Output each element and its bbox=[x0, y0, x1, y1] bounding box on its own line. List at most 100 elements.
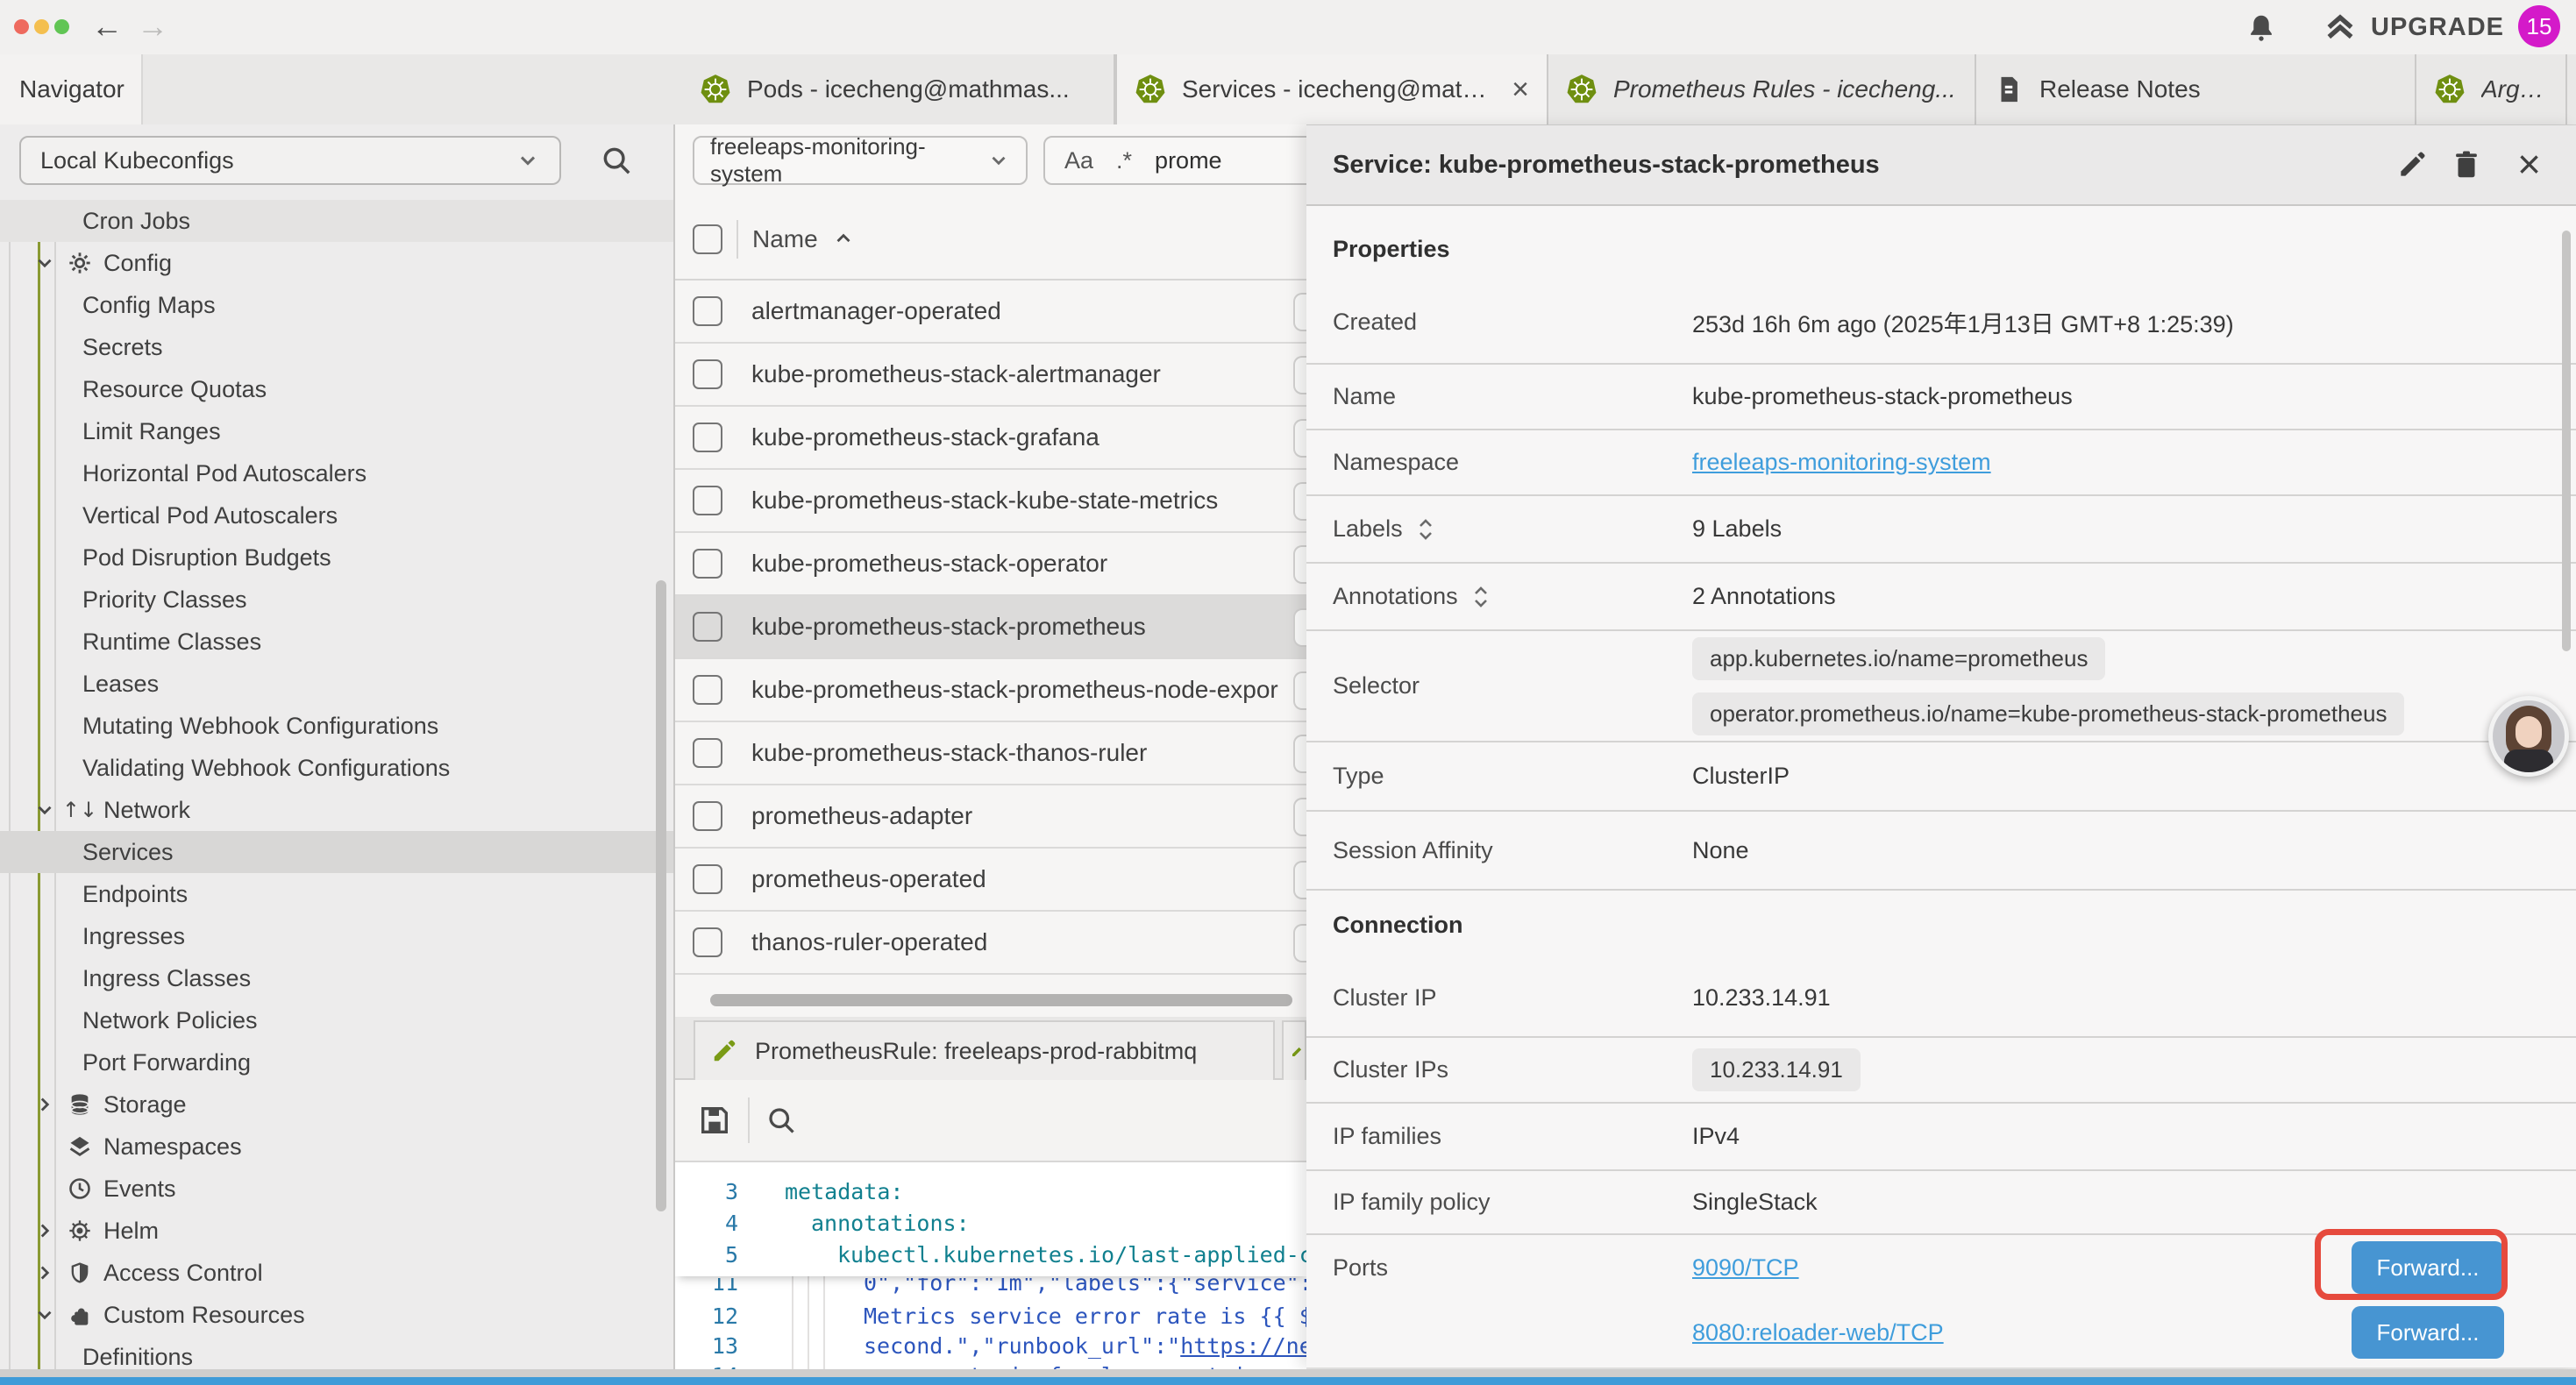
chevron-right-icon[interactable] bbox=[32, 1261, 58, 1284]
sidebar-item-port-forwarding[interactable]: Port Forwarding bbox=[0, 1041, 673, 1083]
table-row-kube-prometheus-stack-grafana[interactable]: kube-prometheus-stack-grafana bbox=[675, 407, 1306, 470]
sidebar-item-events[interactable]: Events bbox=[0, 1168, 673, 1210]
notification-count-badge[interactable]: 15 bbox=[2518, 5, 2560, 47]
forward-button-8080[interactable]: Forward... bbox=[2352, 1306, 2504, 1359]
select-all-checkbox[interactable] bbox=[693, 224, 722, 254]
search-icon[interactable] bbox=[600, 144, 633, 177]
sidebar-item-helm[interactable]: Helm bbox=[0, 1210, 673, 1252]
window-minimize-button[interactable] bbox=[34, 19, 49, 34]
save-icon[interactable] bbox=[697, 1103, 732, 1138]
chevron-right-icon[interactable] bbox=[32, 1093, 58, 1116]
row-checkbox[interactable] bbox=[693, 612, 722, 642]
delete-trash-icon[interactable] bbox=[2450, 148, 2483, 181]
editor-search-icon[interactable] bbox=[765, 1104, 797, 1136]
namespace-link[interactable]: freeleaps-monitoring-system bbox=[1692, 449, 1991, 476]
row-checkbox[interactable] bbox=[693, 927, 722, 957]
tab-services-icecheng-math[interactable]: Services - icecheng@math...× bbox=[1115, 54, 1548, 124]
tab-argo-se[interactable]: Argo Se bbox=[2416, 54, 2567, 124]
back-arrow-icon[interactable]: ← bbox=[91, 7, 123, 46]
window-maximize-button[interactable] bbox=[54, 19, 69, 34]
close-tab-icon[interactable]: × bbox=[1503, 73, 1529, 107]
match-case-toggle[interactable]: Aa bbox=[1064, 147, 1093, 174]
table-row-prometheus-operated[interactable]: prometheus-operated bbox=[675, 849, 1306, 912]
row-checkbox[interactable] bbox=[693, 864, 722, 894]
sidebar-item-runtime-classes[interactable]: Runtime Classes bbox=[0, 621, 673, 663]
sidebar-item-namespaces[interactable]: Namespaces bbox=[0, 1126, 673, 1168]
namespace-select[interactable]: freeleaps-monitoring-system bbox=[693, 136, 1028, 185]
sidebar-item-horizontal-pod-autoscalers[interactable]: Horizontal Pod Autoscalers bbox=[0, 452, 673, 494]
sidebar-item-access-control[interactable]: Access Control bbox=[0, 1252, 673, 1294]
table-row-alertmanager-operated[interactable]: alertmanager-operated bbox=[675, 281, 1306, 344]
table-row-kube-prometheus-stack-thanos-ruler[interactable]: kube-prometheus-stack-thanos-ruler bbox=[675, 722, 1306, 785]
editor-tab-partial[interactable] bbox=[1282, 1020, 1306, 1080]
upgrade-button[interactable]: UPGRADE bbox=[2322, 11, 2504, 44]
chevron-down-icon[interactable] bbox=[32, 1303, 58, 1326]
edit-pencil-icon[interactable] bbox=[2395, 148, 2429, 181]
table-row-thanos-ruler-operated[interactable]: thanos-ruler-operated bbox=[675, 912, 1306, 975]
forward-arrow-icon[interactable]: → bbox=[137, 7, 168, 46]
table-row-kube-prometheus-stack-prometheus-node-expor[interactable]: kube-prometheus-stack-prometheus-node-ex… bbox=[675, 659, 1306, 722]
expander-up-down-icon[interactable] bbox=[1415, 516, 1436, 543]
row-checkbox[interactable] bbox=[693, 486, 722, 515]
sidebar-item-limit-ranges[interactable]: Limit Ranges bbox=[0, 410, 673, 452]
tab-release-notes[interactable]: Release Notes bbox=[1976, 54, 2416, 124]
type-value: ClusterIP bbox=[1692, 763, 1790, 790]
row-checkbox[interactable] bbox=[693, 549, 722, 579]
sidebar-item-network[interactable]: ↑↓Network bbox=[0, 789, 673, 831]
table-row-prometheus-adapter[interactable]: prometheus-adapter bbox=[675, 785, 1306, 849]
horizontal-scrollbar[interactable] bbox=[710, 994, 1292, 1006]
sidebar-item-pod-disruption-budgets[interactable]: Pod Disruption Budgets bbox=[0, 536, 673, 579]
sidebar-item-network-policies[interactable]: Network Policies bbox=[0, 999, 673, 1041]
annotations-value[interactable]: 2 Annotations bbox=[1692, 583, 1836, 610]
table-row-kube-prometheus-stack-alertmanager[interactable]: kube-prometheus-stack-alertmanager bbox=[675, 344, 1306, 407]
sidebar-item-endpoints[interactable]: Endpoints bbox=[0, 873, 673, 915]
assistant-avatar[interactable] bbox=[2488, 696, 2569, 777]
navigator-panel-tab[interactable]: Navigator bbox=[0, 54, 143, 124]
sidebar-item-cron-jobs[interactable]: Cron Jobs bbox=[0, 200, 673, 242]
close-icon[interactable]: × bbox=[2517, 138, 2541, 190]
sidebar-item-vertical-pod-autoscalers[interactable]: Vertical Pod Autoscalers bbox=[0, 494, 673, 536]
sidebar-item-ingress-classes[interactable]: Ingress Classes bbox=[0, 957, 673, 999]
chevron-down-icon[interactable] bbox=[32, 252, 58, 274]
sidebar-item-custom-resources[interactable]: Custom Resources bbox=[0, 1294, 673, 1336]
sidebar-item-services[interactable]: Services bbox=[0, 831, 673, 873]
yaml-editor[interactable]: 11 0","for":"1m","labels":{"service":" 1… bbox=[675, 1162, 1306, 1377]
expander-up-down-icon[interactable] bbox=[1470, 584, 1491, 610]
drawer-scrollbar[interactable] bbox=[2562, 231, 2571, 651]
bell-icon[interactable] bbox=[2245, 11, 2278, 45]
port-9090-link[interactable]: 9090/TCP bbox=[1692, 1254, 1799, 1282]
port-8080-link[interactable]: 8080:reloader-web/TCP bbox=[1692, 1319, 1944, 1346]
sidebar-item-secrets[interactable]: Secrets bbox=[0, 326, 673, 368]
labels-value[interactable]: 9 Labels bbox=[1692, 515, 1782, 543]
tab-prometheus-rules-icecheng[interactable]: Prometheus Rules - icecheng... bbox=[1548, 54, 1976, 124]
sidebar-item-ingresses[interactable]: Ingresses bbox=[0, 915, 673, 957]
regex-toggle-icon[interactable]: .* bbox=[1116, 147, 1132, 174]
row-checkbox[interactable] bbox=[693, 296, 722, 326]
chevron-down-icon[interactable] bbox=[32, 799, 58, 821]
table-row-kube-prometheus-stack-kube-state-metrics[interactable]: kube-prometheus-stack-kube-state-metrics bbox=[675, 470, 1306, 533]
sidebar-item-config[interactable]: Config bbox=[0, 242, 673, 284]
sidebar-item-mutating-webhook-configurations[interactable]: Mutating Webhook Configurations bbox=[0, 705, 673, 747]
row-checkbox[interactable] bbox=[693, 675, 722, 705]
sidebar-scrollbar[interactable] bbox=[656, 580, 666, 1211]
code-link[interactable]: https://net bbox=[1180, 1333, 1306, 1359]
chevron-right-icon[interactable] bbox=[32, 1219, 58, 1242]
table-row-kube-prometheus-stack-operator[interactable]: kube-prometheus-stack-operator bbox=[675, 533, 1306, 596]
kubeconfig-select[interactable]: Local Kubeconfigs bbox=[19, 136, 561, 185]
sidebar-item-leases[interactable]: Leases bbox=[0, 663, 673, 705]
editor-tab-prometheusrule[interactable]: PrometheusRule: freeleaps-prod-rabbitmq bbox=[694, 1020, 1275, 1080]
filter-input[interactable]: Aa .* prome bbox=[1043, 136, 1333, 185]
sidebar-item-priority-classes[interactable]: Priority Classes bbox=[0, 579, 673, 621]
row-checkbox[interactable] bbox=[693, 423, 722, 452]
sidebar-item-validating-webhook-configurations[interactable]: Validating Webhook Configurations bbox=[0, 747, 673, 789]
sidebar-item-config-maps[interactable]: Config Maps bbox=[0, 284, 673, 326]
tab-pods-icecheng-mathmas[interactable]: Pods - icecheng@mathmas... bbox=[682, 54, 1115, 124]
window-close-button[interactable] bbox=[14, 19, 29, 34]
table-row-kube-prometheus-stack-prometheus[interactable]: kube-prometheus-stack-prometheus bbox=[675, 596, 1306, 659]
row-checkbox[interactable] bbox=[693, 801, 722, 831]
name-column-header[interactable]: Name bbox=[752, 225, 818, 253]
row-checkbox[interactable] bbox=[693, 359, 722, 389]
sidebar-item-storage[interactable]: Storage bbox=[0, 1083, 673, 1126]
row-checkbox[interactable] bbox=[693, 738, 722, 768]
sidebar-item-resource-quotas[interactable]: Resource Quotas bbox=[0, 368, 673, 410]
